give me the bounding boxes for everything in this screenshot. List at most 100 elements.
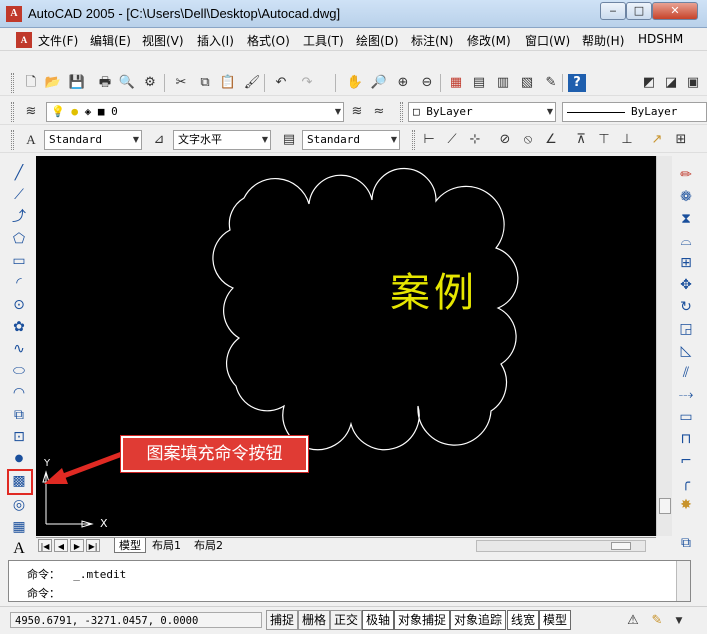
pan-icon[interactable]: ✋ xyxy=(346,74,364,92)
toolbar-grip[interactable] xyxy=(400,102,403,122)
construction-line-icon[interactable]: ⟋ xyxy=(9,185,29,205)
zoom-realtime-icon[interactable]: 🔎 xyxy=(370,74,388,92)
vertical-scrollbar[interactable] xyxy=(656,156,672,536)
polyline-icon[interactable]: ⤴ xyxy=(9,207,29,227)
make-object-layer-current-icon[interactable]: ≋ xyxy=(348,103,366,121)
preview-icon[interactable]: 🔍 xyxy=(118,74,136,92)
paste-icon[interactable]: 📋 xyxy=(219,74,237,92)
continue-dim-icon[interactable]: ⊥ xyxy=(618,131,636,149)
menu-tools[interactable]: 工具(T) xyxy=(303,32,344,49)
dim-style-dropdown[interactable]: 文字水平 ▼ xyxy=(173,130,271,150)
zoom-previous-icon[interactable]: ⊖ xyxy=(418,74,436,92)
tolerance-icon[interactable]: ⊞ xyxy=(672,131,690,149)
menu-format[interactable]: 格式(O) xyxy=(247,32,290,49)
layer-previous-icon[interactable]: ≈ xyxy=(370,103,388,121)
status-menu-icon[interactable]: ▼ xyxy=(670,612,688,630)
osnap-toggle[interactable]: 对象捕捉 xyxy=(394,610,451,630)
text-style-dropdown[interactable]: Standard ▼ xyxy=(44,130,142,150)
toolbar-grip[interactable] xyxy=(11,102,14,122)
baseline-dim-icon[interactable]: ⊤ xyxy=(595,131,613,149)
table-style-icon[interactable]: ▤ xyxy=(280,131,298,149)
menu-insert[interactable]: 插入(I) xyxy=(197,32,234,49)
new-icon[interactable]: 🗋 xyxy=(22,74,40,92)
menu-dimension[interactable]: 标注(N) xyxy=(411,32,453,49)
print-icon[interactable]: 🖶 xyxy=(96,74,114,92)
explode-icon[interactable]: ✸ xyxy=(676,495,696,515)
save-icon[interactable]: 💾 xyxy=(68,74,86,92)
arc-icon[interactable]: ◜ xyxy=(9,273,29,293)
ordinate-dim-icon[interactable]: ⊹ xyxy=(466,131,484,149)
revcloud-icon[interactable]: ✿ xyxy=(9,317,29,337)
revision-cloud[interactable] xyxy=(36,156,658,536)
open-icon[interactable]: 📂 xyxy=(44,74,62,92)
color-dropdown[interactable]: □ ByLayer ▼ xyxy=(408,102,556,122)
angular-dim-icon[interactable]: ∠ xyxy=(542,131,560,149)
toolbar-grip[interactable] xyxy=(11,73,14,93)
radius-dim-icon[interactable]: ⊘ xyxy=(496,131,514,149)
quick-dim-icon[interactable]: ⊼ xyxy=(572,131,590,149)
diameter-dim-icon[interactable]: ⦸ xyxy=(519,131,537,149)
text-style-icon[interactable]: A xyxy=(22,131,40,149)
circle-icon[interactable]: ⊙ xyxy=(9,295,29,315)
publish-icon[interactable]: ⚙ xyxy=(141,74,159,92)
command-prompt[interactable]: 命令： xyxy=(27,585,60,601)
tab-nav-prev[interactable]: ◀ xyxy=(54,539,68,552)
table-icon[interactable]: ▦ xyxy=(9,517,29,537)
tab-layout1[interactable]: 布局1 xyxy=(148,538,185,553)
mtext-icon[interactable]: A xyxy=(9,539,29,559)
cut-icon[interactable]: ✂ xyxy=(172,74,190,92)
close-drawing-icon[interactable]: ▣ xyxy=(684,74,702,92)
offset-icon[interactable]: ⌓ xyxy=(676,231,696,251)
insert-block-icon[interactable]: ⧉ xyxy=(9,405,29,425)
tab-model[interactable]: 模型 xyxy=(114,538,146,553)
break-point-icon[interactable]: ▭ xyxy=(676,407,696,427)
linear-dim-icon[interactable]: ⊢ xyxy=(420,131,438,149)
scale-icon[interactable]: ◲ xyxy=(676,319,696,339)
properties-icon[interactable]: ▦ xyxy=(447,74,465,92)
redo-icon[interactable]: ↷ xyxy=(298,74,316,92)
menu-view[interactable]: 视图(V) xyxy=(142,32,184,49)
table-style-dropdown[interactable]: Standard ▼ xyxy=(302,130,400,150)
quick-leader-icon[interactable]: ↗ xyxy=(648,131,666,149)
copy-icon[interactable]: ⧉ xyxy=(196,74,214,92)
horizontal-scrollbar[interactable] xyxy=(476,540,646,552)
tile-drawing-icon[interactable]: ◪ xyxy=(662,74,680,92)
menu-edit[interactable]: 编辑(E) xyxy=(90,32,131,49)
extend-icon[interactable]: ⤏ xyxy=(676,385,696,405)
toolbar-grip[interactable] xyxy=(412,130,415,150)
modify-extra-icon[interactable]: ⧉ xyxy=(676,533,696,553)
close-button[interactable]: ✕ xyxy=(652,2,698,20)
make-block-icon[interactable]: ⊡ xyxy=(9,427,29,447)
stretch-icon[interactable]: ◺ xyxy=(676,341,696,361)
menu-modify[interactable]: 修改(M) xyxy=(467,32,511,49)
document-menu-icon[interactable]: A xyxy=(16,32,32,48)
command-window[interactable]: 命令： _.mtedit 命令： xyxy=(8,560,691,602)
dim-style-icon[interactable]: ⊿ xyxy=(150,131,168,149)
tab-nav-last[interactable]: ▶| xyxy=(86,539,100,552)
undo-icon[interactable]: ↶ xyxy=(272,74,290,92)
erase-icon[interactable]: ✏ xyxy=(676,165,696,185)
menu-draw[interactable]: 绘图(D) xyxy=(356,32,399,49)
drawing-text[interactable]: 案例 xyxy=(390,260,478,318)
lineweight-toggle[interactable]: 线宽 xyxy=(507,610,540,630)
otrack-toggle[interactable]: 对象追踪 xyxy=(450,610,507,630)
tool-palettes-icon[interactable]: ▥ xyxy=(494,74,512,92)
help-icon[interactable]: ? xyxy=(568,74,586,92)
tab-nav-first[interactable]: |◀ xyxy=(38,539,52,552)
menu-file[interactable]: 文件(F) xyxy=(38,32,78,49)
layer-manager-icon[interactable]: ≋ xyxy=(22,103,40,121)
tab-nav-next[interactable]: ▶ xyxy=(70,539,84,552)
move-icon[interactable]: ✥ xyxy=(676,275,696,295)
minimize-button[interactable]: ‒ xyxy=(600,2,626,20)
match-properties-icon[interactable]: 🖌 xyxy=(243,74,261,92)
model-toggle[interactable]: 模型 xyxy=(539,610,572,630)
rectangle-icon[interactable]: ▭ xyxy=(9,251,29,271)
menu-hdshm[interactable]: HDSHM xyxy=(638,32,683,46)
aligned-dim-icon[interactable]: ⟋ xyxy=(443,131,461,149)
coordinate-readout[interactable]: 4950.6791, -3271.0457, 0.0000 xyxy=(10,612,262,628)
communication-center-icon[interactable]: ⚠ xyxy=(624,612,642,630)
spline-icon[interactable]: ∿ xyxy=(9,339,29,359)
copy-object-icon[interactable]: ❁ xyxy=(676,187,696,207)
markup-icon[interactable]: ✎ xyxy=(542,74,560,92)
grid-toggle[interactable]: 栅格 xyxy=(298,610,331,630)
